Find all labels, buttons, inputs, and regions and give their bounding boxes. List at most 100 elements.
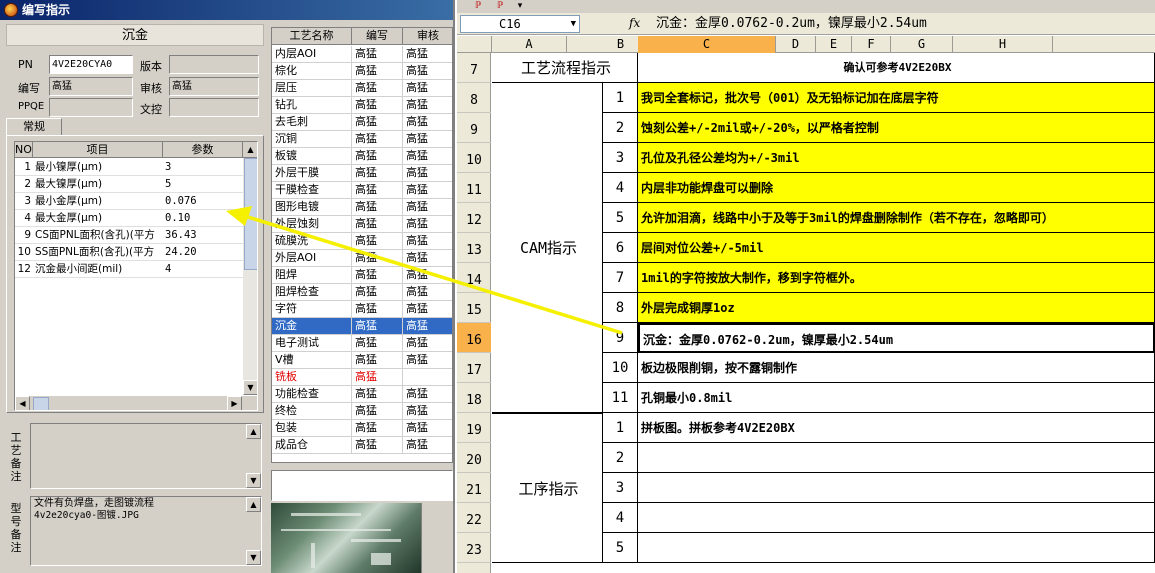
confirm-note[interactable]: 确认可参考4V2E20BX [638,53,1155,83]
cam-row-text[interactable]: 允许加泪滴，线路中小于及等于3mil的焊盘删除制作（若不存在，忽略即可） [638,203,1155,233]
process-section-button[interactable]: 沉金 [6,24,264,46]
cam-row-text[interactable]: 板边极限削铜，按不露铜制作 [638,353,1155,383]
cam-row-text[interactable]: 内层非功能焊盘可以删除 [638,173,1155,203]
process-row[interactable]: 内层AOI 高猛 高猛 [272,46,452,63]
cam-row-number[interactable]: 9 [603,323,638,353]
process-row[interactable]: 终检 高猛 高猛 [272,403,452,420]
row-header[interactable]: 20 [457,443,491,473]
column-header-f[interactable]: F [852,36,891,53]
process-instruction-label[interactable]: 工序指示 [492,413,603,563]
process-row[interactable]: 外层蚀刻 高猛 高猛 [272,216,452,233]
process-row[interactable]: 图形电镀 高猛 高猛 [272,199,452,216]
process-row[interactable]: 层压 高猛 高猛 [272,80,452,97]
row-header[interactable]: 7 [457,53,491,83]
param-row[interactable]: 10 SS面PNL面积(含孔)(平方 24.20 [15,244,243,261]
process-input-field[interactable] [271,470,453,501]
process-row[interactable]: 硫膜洗 高猛 高猛 [272,233,452,250]
toolbar-dropdown-icon[interactable]: ▾ [513,0,527,13]
process-row-text[interactable]: 拼板图。拼板参考4V2E20BX [638,413,1155,443]
cam-row-number[interactable]: 7 [603,263,638,293]
row-header[interactable]: 19 [457,413,491,443]
memo1-scroll-down-icon[interactable]: ▼ [246,473,261,488]
process-row[interactable]: 阻焊检查 高猛 高猛 [272,284,452,301]
name-box-dropdown-icon[interactable]: ▼ [571,16,576,32]
cam-row-text[interactable]: 沉金：金厚0.0762-0.2um，镍厚最小2.54um [638,323,1155,353]
param-row[interactable]: 12 沉金最小间距(mil) 4 [15,261,243,278]
param-header-param[interactable]: 参数 [163,142,243,158]
row-header[interactable]: 11 [457,173,491,203]
cam-row-text[interactable]: 蚀刻公差+/-2mil或+/-20%，以严格者控制 [638,113,1155,143]
row-header[interactable]: 10 [457,143,491,173]
process-row[interactable]: 去毛刺 高猛 高猛 [272,114,452,131]
process-row-number[interactable]: 1 [603,413,638,443]
writer-field[interactable]: 高猛 [49,77,133,96]
pdf-icon[interactable]: ℙ [471,0,485,13]
process-row-text[interactable] [638,503,1155,533]
scroll-right-icon[interactable]: ▶ [227,396,242,410]
tab-normal[interactable]: 常规 [6,118,62,136]
column-header-e[interactable]: E [816,36,852,53]
pdf-export-icon[interactable]: ℙ [493,0,507,13]
param-row[interactable]: 9 CS面PNL面积(含孔)(平方 36.43 [15,227,243,244]
process-row[interactable]: 铣板 高猛 [272,369,452,386]
row-header[interactable]: 13 [457,233,491,263]
process-row[interactable]: 钻孔 高猛 高猛 [272,97,452,114]
process-header-reviewer[interactable]: 审核 [403,28,452,45]
row-header[interactable]: 15 [457,293,491,323]
column-header-a[interactable]: A [492,36,567,53]
param-row[interactable]: 1 最小镍厚(μm) 3 [15,159,243,176]
process-row-number[interactable]: 4 [603,503,638,533]
model-memo-field[interactable]: 文件有负焊盘，走图镀流程 4v2e20cya0-图镀.JPG ▲ ▼ [30,496,262,566]
row-header[interactable]: 14 [457,263,491,293]
control-field[interactable] [169,98,259,117]
param-header-item[interactable]: 项目 [33,142,163,158]
param-horizontal-scrollbar[interactable]: ◀ ▶ [15,396,257,410]
memo2-scroll-down-icon[interactable]: ▼ [246,550,261,565]
memo1-scroll-up-icon[interactable]: ▲ [246,424,261,439]
process-row[interactable]: 棕化 高猛 高猛 [272,63,452,80]
row-header[interactable]: 12 [457,203,491,233]
select-all-corner[interactable] [457,36,492,53]
process-row[interactable]: 成品仓 高猛 高猛 [272,437,452,454]
memo2-scroll-up-icon[interactable]: ▲ [246,497,261,512]
column-header-b[interactable]: B [603,36,639,53]
process-row[interactable]: 包装 高猛 高猛 [272,420,452,437]
process-row[interactable]: 电子测试 高猛 高猛 [272,335,452,352]
row-header[interactable]: 9 [457,113,491,143]
window-title-bar[interactable]: 编写指示 [0,0,453,20]
process-row-text[interactable] [638,443,1155,473]
row-header[interactable]: 8 [457,83,491,113]
name-box[interactable]: C16 ▼ [460,15,580,33]
cam-row-text[interactable]: 外层完成铜厚1oz [638,293,1155,323]
param-row[interactable]: 4 最大金厚(μm) 0.10 [15,210,243,227]
cam-instruction-label[interactable]: CAM指示 [492,83,603,413]
column-header-g[interactable]: G [891,36,953,53]
reviewer-field[interactable]: 高猛 [169,77,259,96]
cam-row-number[interactable]: 5 [603,203,638,233]
row-header[interactable]: 18 [457,383,491,413]
param-scroll-thumb[interactable] [244,158,257,270]
process-row[interactable]: 沉金 高猛 高猛 [272,318,452,335]
cam-row-number[interactable]: 11 [603,383,638,413]
process-row[interactable]: 外层干膜 高猛 高猛 [272,165,452,182]
process-header-name[interactable]: 工艺名称 [272,28,352,45]
process-flow-title[interactable]: 工艺流程指示 [492,53,638,83]
column-header-h[interactable]: H [953,36,1053,53]
version-field[interactable] [169,55,259,74]
ppqe-field[interactable] [49,98,133,117]
cam-row-number[interactable]: 10 [603,353,638,383]
row-header[interactable]: 16 [457,323,491,353]
param-hscroll-thumb[interactable] [33,397,49,410]
process-row[interactable]: V槽 高猛 高猛 [272,352,452,369]
cam-row-number[interactable]: 4 [603,173,638,203]
cam-row-text[interactable]: 孔位及孔径公差均为+/-3mil [638,143,1155,173]
process-row[interactable]: 功能检查 高猛 高猛 [272,386,452,403]
column-header-c[interactable]: C [638,36,776,53]
process-memo-field[interactable]: ▲ ▼ [30,423,262,489]
process-row[interactable]: 干膜检查 高猛 高猛 [272,182,452,199]
process-row-text[interactable] [638,533,1155,563]
param-header-no[interactable]: NO [15,142,33,158]
process-row[interactable]: 阻焊 高猛 高猛 [272,267,452,284]
process-row-number[interactable]: 5 [603,533,638,563]
pn-field[interactable]: 4V2E20CYA0 [49,55,133,74]
